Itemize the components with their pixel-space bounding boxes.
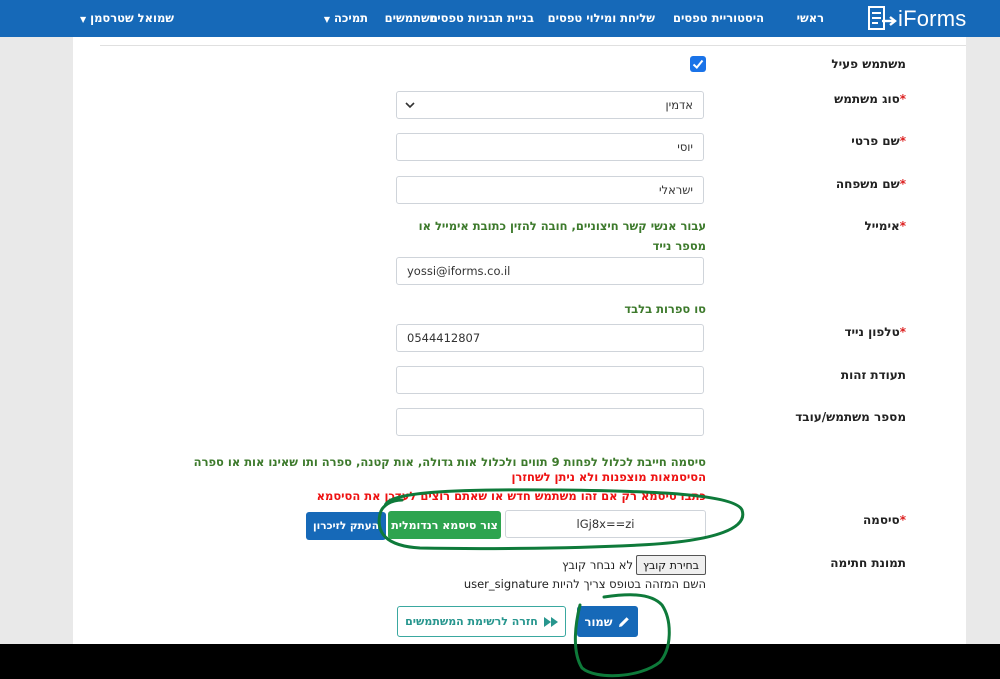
user-type-value: אדמין (665, 98, 693, 112)
save-button[interactable]: שמור (577, 606, 638, 637)
required-mark: * (899, 177, 906, 191)
id-number-label: תעודת זהות (840, 368, 906, 382)
password-update-note: כתבו סיסמא רק אם זהו משתמש חדש או שאתם ר… (316, 489, 706, 503)
first-name-value: יוסי (677, 140, 693, 154)
email-label: *אימייל (864, 219, 906, 233)
phone-input[interactable]: 0544412807 (396, 324, 704, 352)
password-input[interactable]: lGj8x==zi (505, 510, 706, 538)
id-number-input[interactable] (396, 366, 704, 394)
random-password-button[interactable]: צור סיסמא רנדומלית (388, 511, 501, 539)
last-name-label: *שם משפחה (835, 177, 906, 191)
first-name-label: *שם פרטי (851, 134, 906, 148)
required-mark: * (899, 513, 906, 527)
signature-hint: השם המזהה בטופס צריך להיות user_signatur… (463, 577, 706, 591)
first-name-input[interactable]: יוסי (396, 133, 704, 161)
user-type-label: *סוג משתמש (834, 92, 906, 106)
employee-number-input[interactable] (396, 408, 704, 436)
email-note: עבור אנשי קשר חיצוניים, חובה להזין כתובת… (418, 219, 706, 253)
back-to-users-button[interactable]: חזרה לרשימת המשתמשים (397, 606, 566, 637)
required-mark: * (899, 92, 906, 106)
required-mark: * (899, 325, 906, 339)
caret-down-icon: ▼ (79, 15, 87, 24)
no-file-text: לא נבחר קובץ (562, 558, 633, 572)
active-user-checkbox[interactable] (690, 56, 706, 72)
required-mark: * (899, 134, 906, 148)
chevron-down-icon (405, 102, 415, 109)
nav-build-templates[interactable]: בניית תבניות טפסים (429, 11, 534, 27)
top-navbar: iForms ראשי היסטוריית טפסים שליחת ומילוי… (0, 0, 1000, 37)
check-icon (692, 59, 704, 69)
nav-support-label: תמיכה (334, 11, 368, 25)
copy-to-clipboard-button[interactable]: העתק לזיכרון (306, 512, 386, 540)
phone-label: *טלפון נייד (844, 325, 906, 339)
required-mark: * (899, 219, 906, 233)
nav-forms-history[interactable]: היסטוריית טפסים (673, 11, 764, 27)
email-value: yossi@iforms.co.il (407, 264, 511, 278)
employee-number-label: מספר משתמש/עובד (795, 410, 906, 424)
nav-send-fill-forms[interactable]: שליחת ומילוי טפסים (548, 11, 655, 27)
pencil-icon (619, 616, 630, 627)
password-encrypted-note: הסיסמאות מוצפנות ולא ניתן לשחזרן (511, 470, 706, 484)
active-user-label: משתמש פעיל (831, 57, 906, 71)
save-button-label: שמור (584, 614, 613, 629)
bottom-black-bar (0, 644, 1000, 679)
user-type-select[interactable]: אדמין (396, 91, 704, 119)
user-name: שמואל שטרסמן (90, 11, 174, 25)
choose-file-button[interactable]: בחירת קובץ (636, 555, 706, 575)
password-label: *סיסמה (862, 513, 906, 527)
phone-note: סו ספרות בלבד (624, 302, 706, 316)
caret-down-icon: ▼ (323, 15, 331, 24)
back-button-label: חזרה לרשימת המשתמשים (405, 615, 538, 628)
form-arrow-icon (868, 6, 897, 30)
last-name-input[interactable]: ישראלי (396, 176, 704, 204)
fast-forward-icon (543, 616, 558, 627)
phone-value: 0544412807 (407, 331, 481, 345)
brand-name: iForms (898, 6, 967, 31)
email-input[interactable]: yossi@iforms.co.il (396, 257, 704, 285)
nav-home[interactable]: ראשי (797, 11, 824, 27)
nav-support[interactable]: תמיכה▼ (324, 11, 368, 27)
divider (100, 45, 966, 46)
signature-label: תמונת חתימה (830, 556, 906, 570)
password-value: lGj8x==zi (576, 517, 635, 531)
last-name-value: ישראלי (658, 183, 693, 197)
nav-user-menu[interactable]: שמואל שטרסמן▼ (80, 11, 174, 27)
nav-users[interactable]: משתמשים (385, 11, 438, 27)
password-rule-note: סיסמה חייבת לכלול לפחות 9 תווים ולכלול א… (193, 455, 706, 469)
